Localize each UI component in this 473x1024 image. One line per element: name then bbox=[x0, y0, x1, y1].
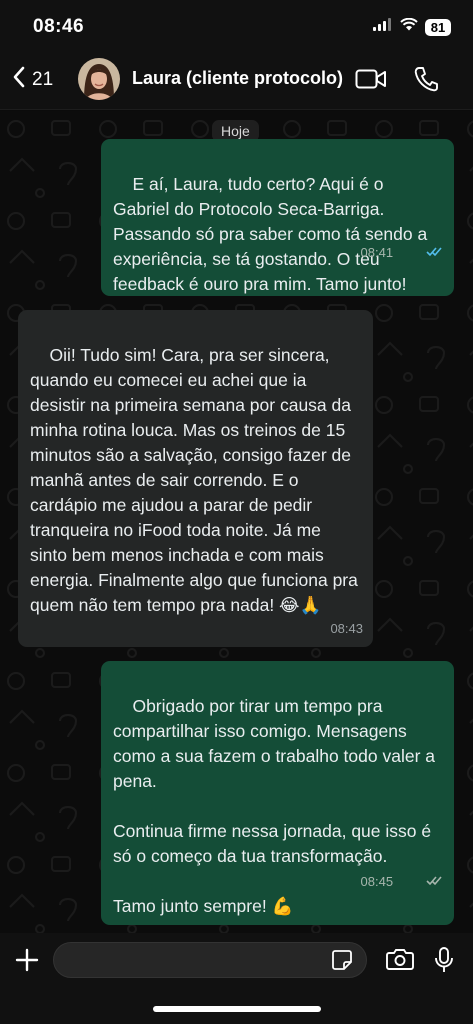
message-bubble-outgoing[interactable]: E aí, Laura, tudo certo? Aqui é o Gabrie… bbox=[101, 139, 454, 296]
contact-name[interactable]: Laura (cliente protocolo) bbox=[132, 68, 343, 89]
video-call-icon bbox=[355, 69, 387, 94]
back-button[interactable]: 21 bbox=[12, 66, 53, 94]
message-text: Oii! Tudo sim! Cara, pra ser sincera, qu… bbox=[30, 345, 363, 615]
back-chevron-icon bbox=[12, 66, 26, 94]
message-meta: 08:41 bbox=[361, 215, 444, 290]
voice-message-button[interactable] bbox=[434, 946, 454, 979]
sticker-icon bbox=[331, 950, 353, 975]
video-call-button[interactable] bbox=[355, 68, 387, 95]
message-time: 08:45 bbox=[360, 874, 394, 889]
unread-count: 21 bbox=[32, 69, 54, 90]
camera-icon bbox=[386, 949, 414, 974]
message-meta: 08:43 bbox=[330, 616, 363, 641]
wifi-icon bbox=[400, 17, 418, 36]
composer-bar bbox=[0, 933, 473, 1024]
voice-call-button[interactable] bbox=[414, 66, 438, 97]
chat-header: 21 Laura (cliente protocolo) bbox=[0, 52, 473, 110]
home-indicator[interactable] bbox=[153, 1006, 321, 1012]
message-input[interactable] bbox=[53, 942, 367, 978]
microphone-icon bbox=[434, 947, 454, 978]
message-list[interactable]: Hoje E aí, Laura, tudo certo? Aqui é o G… bbox=[0, 111, 473, 933]
status-time: 08:46 bbox=[33, 16, 85, 37]
message-meta: 08:45 bbox=[361, 844, 444, 919]
battery-indicator: 81 bbox=[425, 18, 451, 36]
message-bubble-outgoing[interactable]: Obrigado por tirar um tempo pra comparti… bbox=[101, 661, 454, 925]
plus-icon bbox=[14, 948, 40, 977]
delivered-ticks-icon bbox=[397, 844, 444, 919]
message-time: 08:41 bbox=[360, 245, 394, 260]
contact-avatar[interactable] bbox=[78, 58, 120, 100]
camera-button[interactable] bbox=[386, 948, 414, 975]
message-bubble-incoming[interactable]: Oii! Tudo sim! Cara, pra ser sincera, qu… bbox=[18, 310, 373, 647]
signal-icon bbox=[373, 18, 393, 36]
read-ticks-icon bbox=[397, 215, 444, 290]
status-icons: 81 bbox=[373, 17, 451, 36]
status-bar: 08:46 81 bbox=[0, 0, 473, 52]
attach-button[interactable] bbox=[14, 947, 40, 978]
phone-icon bbox=[414, 67, 438, 96]
sticker-button[interactable] bbox=[331, 949, 353, 976]
message-time: 08:43 bbox=[330, 621, 363, 636]
